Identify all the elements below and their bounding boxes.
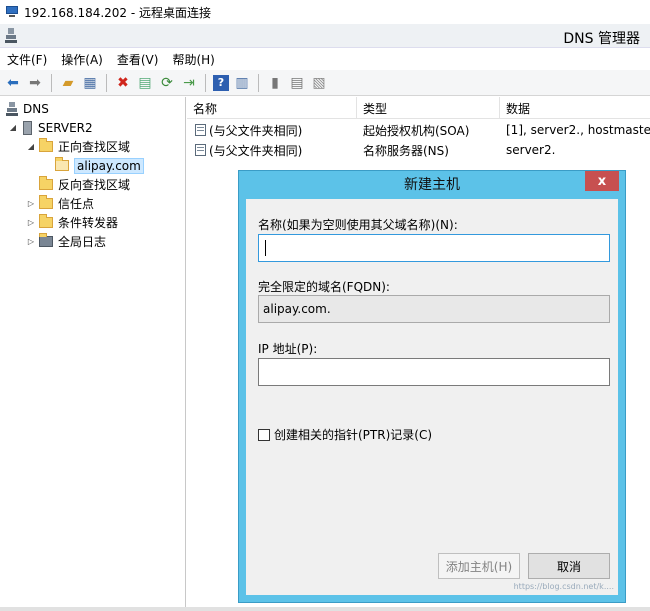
collapse-arrow-icon[interactable]: ◢ [26,142,36,151]
back-arrow-icon[interactable]: ⬅ [4,74,22,92]
action-pane-icon[interactable]: ▥ [233,74,251,92]
tree-label: SERVER2 [38,120,93,135]
toolbar-separator [205,73,206,92]
delete-icon[interactable]: ✖ [114,74,132,92]
zone-icon [55,157,69,171]
tree-label: DNS [23,101,49,116]
table-row[interactable]: (与父文件夹相同) 起始授权机构(SOA) [1], server2., hos… [187,120,650,140]
export-list-icon[interactable]: ⇥ [180,74,198,92]
up-folder-icon[interactable]: ▰ [59,74,77,92]
tree-label: 反向查找区域 [58,178,131,192]
column-header-name[interactable]: 名称 [187,97,357,119]
folder-icon [39,214,53,228]
dialog-title: 新建主机 [404,177,460,193]
ptr-record-checkbox-row[interactable]: 创建相关的指针(PTR)记录(C) [258,426,432,443]
cell-type: 名称服务器(NS) [363,143,449,158]
folder-icon [39,176,53,190]
tree-label: 信任点 [58,197,95,211]
ip-label: IP 地址(P): [258,342,318,356]
name-label: 名称(如果为空则使用其父域名称)(N): [258,218,458,232]
tree-label-selected: alipay.com [74,157,144,174]
app-title-bar: DNS 管理器 [0,24,650,48]
rdp-title-bar: 192.168.184.202 - 远程桌面连接 [0,0,650,24]
ptr-label: 创建相关的指针(PTR)记录(C) [274,428,433,442]
menu-action[interactable]: 操作(A) [54,51,110,68]
properties-icon[interactable]: ▤ [136,74,154,92]
help-icon[interactable]: ? [213,74,229,91]
ip-address-input[interactable] [258,358,610,386]
toolbar: ⬅ ➡ ▰ ▦ ✖ ▤ ⟳ ⇥ ? ▥ ▮ ▤ ▧ [0,70,650,96]
filter-icon[interactable]: ▧ [310,74,328,92]
text-caret [265,240,266,256]
cancel-button[interactable]: 取消 [528,553,610,579]
list-header: 名称 类型 数据 [187,97,650,119]
rdp-title: 192.168.184.202 - 远程桌面连接 [24,5,212,20]
host-name-input[interactable] [258,234,610,262]
tree-item-global-logs[interactable]: ▷ 全局日志 [26,232,106,251]
folder-icon [39,138,53,152]
dns-icon [6,101,18,116]
menu-bar: 文件(F) 操作(A) 查看(V) 帮助(H) [0,48,650,70]
tree-label: 条件转发器 [58,216,119,230]
forward-arrow-icon[interactable]: ➡ [26,74,44,92]
tree-item-conditional-forwarders[interactable]: ▷ 条件转发器 [26,213,118,232]
console-tree: DNS ◢ SERVER2 ◢ 正向查找区域 alipay.com 反向查找区域… [0,97,186,607]
cell-name: (与父文件夹相同) [195,120,357,140]
status-strip [0,607,650,611]
tree-item-forward-zones[interactable]: ◢ 正向查找区域 [26,137,130,156]
collapse-arrow-icon[interactable]: ◢ [8,123,18,132]
dns-manager-icon [5,28,17,43]
refresh-icon[interactable]: ⟳ [158,74,176,92]
tree-item-trust-points[interactable]: ▷ 信任点 [26,194,94,213]
cell-data: [1], server2., hostmaster. [506,123,650,137]
tree-item-zone-alipay[interactable]: alipay.com [55,156,144,175]
tree-label: 全局日志 [58,235,107,249]
remote-desktop-icon [6,6,20,18]
toolbar-separator [258,73,259,92]
log-icon [39,233,53,247]
toolbar-separator [51,73,52,92]
expand-arrow-icon[interactable]: ▷ [26,218,36,227]
row-name: (与父文件夹相同) [209,143,303,158]
column-header-data[interactable]: 数据 [500,97,650,119]
server-icon [23,120,32,135]
new-host-dialog: 新建主机 x 名称(如果为空则使用其父域名称)(N): 完全限定的域名(FQDN… [238,170,626,603]
menu-file[interactable]: 文件(F) [0,51,54,68]
menu-view[interactable]: 查看(V) [110,51,166,68]
folder-icon [39,195,53,209]
row-name: (与父文件夹相同) [209,123,303,138]
column-header-type[interactable]: 类型 [357,97,500,119]
list-icon[interactable]: ▤ [288,74,306,92]
record-icon [195,124,206,136]
record-icon [195,144,206,156]
tree-item-server[interactable]: ◢ SERVER2 [8,118,93,137]
dialog-body: 名称(如果为空则使用其父域名称)(N): 完全限定的域名(FQDN): alip… [246,199,618,595]
add-host-button[interactable]: 添加主机(H) [438,553,520,579]
fqdn-field: alipay.com. [258,295,610,323]
close-button[interactable]: x [585,171,619,191]
table-row[interactable]: (与父文件夹相同) 名称服务器(NS) server2. [187,140,650,160]
tree-label: 正向查找区域 [58,140,131,154]
cell-name: (与父文件夹相同) [195,140,357,160]
tree-item-dns[interactable]: DNS [6,99,49,118]
show-console-tree-icon[interactable]: ▦ [81,74,99,92]
menu-help[interactable]: 帮助(H) [165,51,221,68]
server-icon[interactable]: ▮ [266,74,284,92]
ptr-checkbox[interactable] [258,428,270,441]
expand-arrow-icon[interactable]: ▷ [26,199,36,208]
toolbar-separator [106,73,107,92]
tree-item-reverse-zones[interactable]: 反向查找区域 [39,175,130,194]
cell-type: 起始授权机构(SOA) [363,123,470,138]
fqdn-label: 完全限定的域名(FQDN): [258,280,390,294]
watermark: https://blog.csdn.net/k.... [513,582,614,591]
expand-arrow-icon[interactable]: ▷ [26,237,36,246]
app-title: DNS 管理器 [563,31,640,47]
cell-data: server2. [506,143,556,157]
